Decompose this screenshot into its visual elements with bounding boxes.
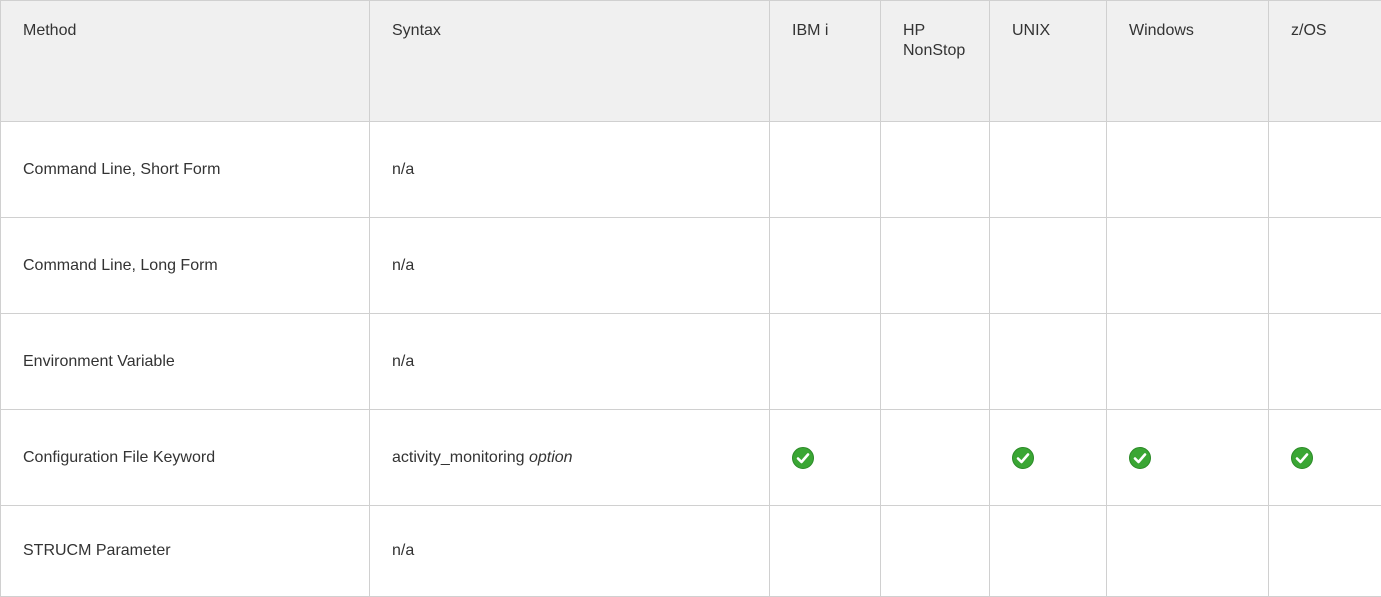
cell-method: Command Line, Long Form	[0, 217, 370, 314]
cell-windows	[1106, 313, 1269, 410]
cell-syntax: n/a	[369, 313, 770, 410]
cell-ibmi	[769, 121, 881, 218]
cell-windows	[1106, 121, 1269, 218]
cell-syntax: n/a	[369, 505, 770, 597]
syntax-keyword: activity_monitoring	[392, 448, 525, 466]
header-unix: UNIX	[989, 0, 1107, 122]
header-hpnonstop-line1: HP	[903, 22, 926, 39]
table-row: Configuration File Keyword activity_moni…	[0, 409, 1381, 506]
cell-unix	[989, 409, 1107, 506]
cell-syntax: n/a	[369, 121, 770, 218]
cell-unix	[989, 313, 1107, 410]
cell-zos	[1268, 505, 1381, 597]
check-circle-icon	[792, 446, 814, 469]
table-row: Command Line, Long Form n/a	[0, 217, 1381, 314]
header-windows: Windows	[1106, 0, 1269, 122]
header-hpnonstop-line2: NonStop	[903, 42, 966, 59]
cell-ibmi	[769, 217, 881, 314]
check-circle-icon	[1291, 446, 1313, 469]
header-hpnonstop: HP NonStop	[880, 0, 990, 122]
cell-ibmi	[769, 313, 881, 410]
check-circle-icon	[1129, 446, 1151, 469]
cell-windows	[1106, 505, 1269, 597]
platform-support-table: Method Syntax IBM i HP NonStop UNIX Windo…	[0, 0, 1381, 597]
cell-zos	[1268, 313, 1381, 410]
cell-windows	[1106, 409, 1269, 506]
header-zos: z/OS	[1268, 0, 1381, 122]
cell-method: STRUCM Parameter	[0, 505, 370, 597]
cell-unix	[989, 505, 1107, 597]
header-syntax: Syntax	[369, 0, 770, 122]
cell-ibmi	[769, 409, 881, 506]
cell-zos	[1268, 217, 1381, 314]
syntax-argument: option	[528, 448, 573, 466]
table-row: STRUCM Parameter n/a	[0, 505, 1381, 597]
cell-method: Command Line, Short Form	[0, 121, 370, 218]
cell-hpnonstop	[880, 217, 990, 314]
cell-hpnonstop	[880, 121, 990, 218]
header-method: Method	[0, 0, 370, 122]
header-hpnonstop-label: HP NonStop	[903, 21, 965, 61]
cell-ibmi	[769, 505, 881, 597]
cell-hpnonstop	[880, 313, 990, 410]
cell-hpnonstop	[880, 409, 990, 506]
table-header-row: Method Syntax IBM i HP NonStop UNIX Windo…	[0, 0, 1381, 122]
table-row: Command Line, Short Form n/a	[0, 121, 1381, 218]
cell-windows	[1106, 217, 1269, 314]
header-ibmi: IBM i	[769, 0, 881, 122]
cell-syntax: activity_monitoring option	[369, 409, 770, 506]
cell-syntax: n/a	[369, 217, 770, 314]
table-row: Environment Variable n/a	[0, 313, 1381, 410]
cell-hpnonstop	[880, 505, 990, 597]
cell-method: Environment Variable	[0, 313, 370, 410]
cell-unix	[989, 217, 1107, 314]
cell-method: Configuration File Keyword	[0, 409, 370, 506]
cell-unix	[989, 121, 1107, 218]
check-circle-icon	[1012, 446, 1034, 469]
cell-zos	[1268, 121, 1381, 218]
cell-zos	[1268, 409, 1381, 506]
